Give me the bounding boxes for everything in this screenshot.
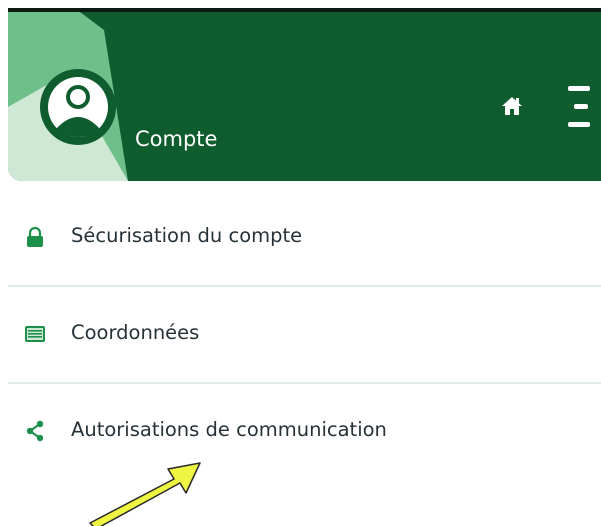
home-icon[interactable]: [500, 94, 524, 118]
menu-item-coordonnees[interactable]: Coordonnées: [0, 287, 601, 384]
menu-icon[interactable]: [564, 84, 594, 132]
menu-item-label: Autorisations de communication: [71, 418, 387, 441]
avatar-icon: [40, 69, 116, 145]
account-header: Compte: [8, 12, 601, 181]
id-card-icon: [25, 326, 45, 342]
share-icon: [26, 420, 44, 442]
menu-item-securisation[interactable]: Sécurisation du compte: [0, 190, 601, 287]
menu-item-label: Sécurisation du compte: [71, 224, 303, 247]
account-menu-list: Sécurisation du compte Coordonnées Autor…: [0, 190, 601, 481]
lock-icon: [27, 226, 43, 247]
page-title: Compte: [135, 127, 218, 151]
arrow-pointer-icon: [89, 462, 201, 526]
account-screen: Compte Sécurisation du compte Coordonnée…: [0, 0, 601, 526]
menu-item-label: Coordonnées: [71, 321, 200, 344]
